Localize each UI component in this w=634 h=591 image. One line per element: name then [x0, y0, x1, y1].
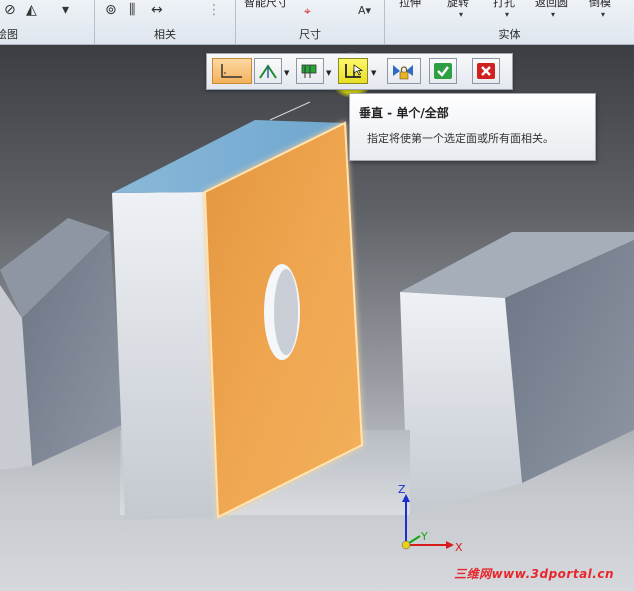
ribbon: ⊘ ◭ ▾ 绘图 ⊚ ⫼ ↔ ⋮ 相关 智能尺寸 ⌖ A▾ 尺寸 拉伸 旋转 打…: [0, 0, 634, 45]
ribbon-group-solid: 拉伸 旋转 打孔 返回圆 倒模 ▾ ▾ ▾ ▾ 实体: [385, 0, 634, 44]
close-icon: [477, 63, 495, 79]
lock-icon: [393, 65, 413, 80]
ribbon-group-label: 相关: [154, 28, 176, 41]
chevron-down-icon[interactable]: ▼: [284, 69, 289, 77]
relate-command-bar: ▼ ▼ ▼: [206, 53, 513, 90]
ribbon-item-revolve[interactable]: 旋转: [447, 0, 469, 10]
symmetric-button[interactable]: [254, 58, 282, 84]
perpendicular-button[interactable]: [338, 58, 368, 84]
align-icon[interactable]: ⫼: [129, 2, 135, 18]
ribbon-item-extrude[interactable]: 拉伸: [399, 0, 421, 10]
dropdown-icon[interactable]: ▾: [62, 2, 69, 18]
axis-x-label: X: [455, 541, 463, 554]
horizontal-vertical-button[interactable]: [212, 58, 252, 84]
axis-y-label: Y: [420, 530, 428, 543]
smart-dimension-label[interactable]: 智能尺寸: [244, 0, 288, 10]
ribbon-group-label: 实体: [498, 28, 521, 41]
ribbon-group-dimension: 智能尺寸 ⌖ A▾ 尺寸: [236, 0, 385, 44]
watermark: 三维网www.3dportal.cn: [454, 567, 614, 581]
ribbon-group-relate: ⊚ ⫼ ↔ ⋮ 相关: [95, 0, 236, 44]
ribbon-item-draft[interactable]: 倒模: [589, 0, 611, 10]
chevron-down-icon[interactable]: ▼: [371, 69, 376, 77]
connect-icon[interactable]: ⋮: [207, 2, 221, 18]
tangent-icon: [301, 64, 317, 78]
concentric-icon[interactable]: ⊚: [105, 2, 117, 18]
ribbon-group-label: 尺寸: [299, 28, 321, 41]
tangent-button[interactable]: [296, 58, 324, 84]
offset-icon[interactable]: ↔: [151, 2, 163, 18]
chevron-down-icon[interactable]: ▼: [326, 69, 331, 77]
axis-z-label: Z: [398, 483, 406, 496]
cancel-button[interactable]: [472, 58, 500, 84]
mirror-icon[interactable]: ◭: [26, 2, 37, 18]
right-block-front[interactable]: [400, 292, 522, 515]
dropdown-icon[interactable]: ▾: [505, 10, 509, 19]
tooltip-description: 指定将使第一个选定面或所有面相关。: [367, 132, 554, 145]
ribbon-group-label: 绘图: [0, 28, 18, 41]
symmetric-icon: [259, 64, 277, 79]
dropdown-icon[interactable]: ▾: [551, 10, 555, 19]
ribbon-item-round[interactable]: 返回圆: [535, 0, 568, 10]
dropdown-icon[interactable]: ▾: [459, 10, 463, 19]
perpendicular-icon: [345, 64, 364, 78]
text-style-icon[interactable]: A▾: [358, 4, 371, 17]
dropdown-icon[interactable]: ▾: [601, 10, 605, 19]
ribbon-group-draw: ⊘ ◭ ▾ 绘图: [0, 0, 95, 44]
center-block-front[interactable]: [112, 192, 218, 520]
corner-icon: [221, 64, 242, 78]
check-icon: [434, 63, 452, 79]
command-tooltip: 垂直 - 单个/全部 指定将使第一个选定面或所有面相关。: [349, 93, 596, 161]
ribbon-item-hole[interactable]: 打孔: [493, 0, 515, 10]
accept-button[interactable]: [429, 58, 457, 84]
tooltip-title: 垂直 - 单个/全部: [359, 106, 449, 120]
line-icon[interactable]: ⊘: [4, 2, 16, 18]
lock-relation-button[interactable]: [387, 58, 421, 84]
dimension-icon[interactable]: ⌖: [304, 4, 311, 19]
